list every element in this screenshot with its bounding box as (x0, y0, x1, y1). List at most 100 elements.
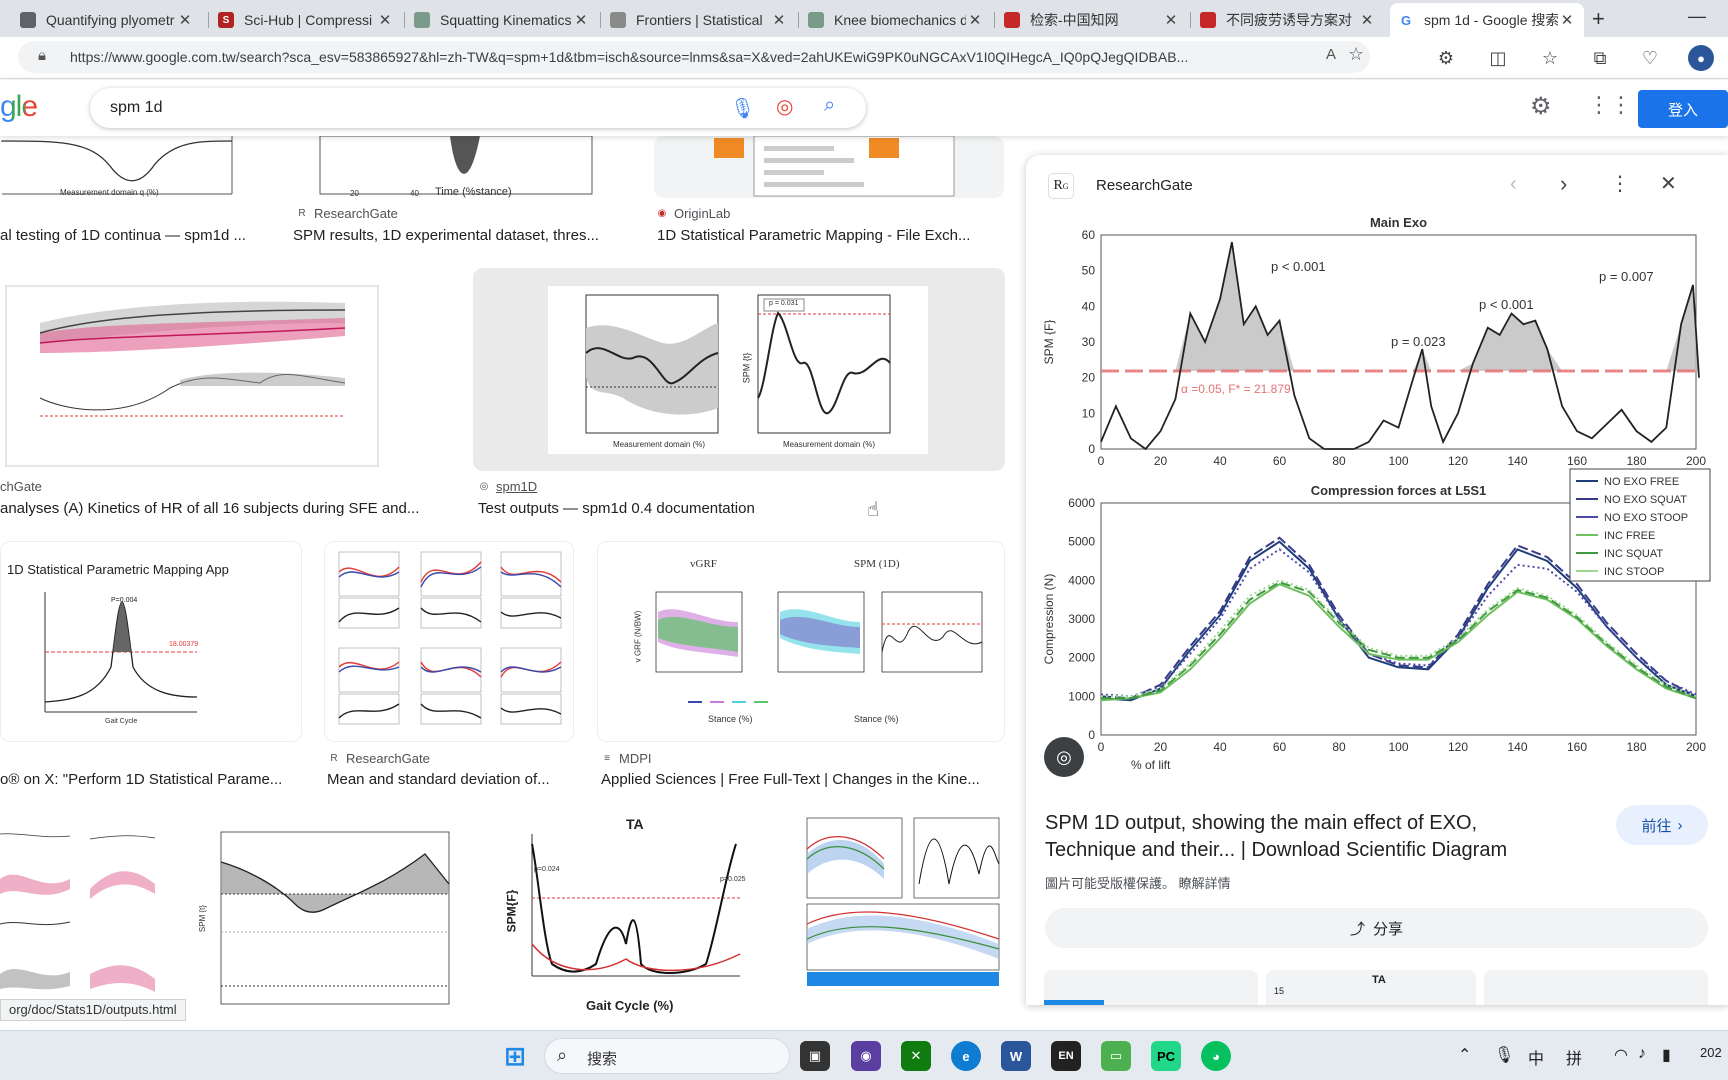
result-image-5[interactable]: p = 0.031 Measurement domain (%) Measure… (473, 268, 1005, 471)
signin-button[interactable]: 登入 (1638, 90, 1728, 128)
panel-source-name[interactable]: ResearchGate (1096, 177, 1193, 194)
lens-search-button[interactable]: ◎ (1044, 737, 1084, 777)
result-image-7[interactable] (324, 541, 574, 742)
close-panel-icon[interactable]: ✕ (1660, 171, 1677, 196)
app-icon[interactable]: ◉ (851, 1041, 881, 1071)
search-icon[interactable]: ⌕ (824, 94, 835, 117)
result-image-1[interactable]: Measurement domain q (%) (0, 136, 266, 198)
minimize-icon[interactable]: — (1688, 6, 1706, 27)
read-aloud-icon[interactable]: A (1326, 46, 1336, 63)
cnki-icon (1004, 12, 1020, 28)
result-image-8[interactable]: vGRF SPM (1D) Stance (%) Stance (%) v GR… (597, 541, 1005, 742)
close-icon[interactable]: ✕ (1558, 11, 1576, 29)
tab-frontiers[interactable]: Frontiers | Statistical ✕ (602, 3, 796, 37)
next-chevron-icon[interactable]: › (1560, 171, 1567, 197)
edge-icon[interactable]: e (951, 1041, 981, 1071)
close-icon[interactable]: ✕ (966, 11, 984, 29)
lens-icon[interactable]: ◎ (776, 94, 793, 119)
taskbar-search[interactable]: ⌕ 搜索 (544, 1038, 790, 1074)
result-caption-7[interactable]: Mean and standard deviation of... (327, 771, 577, 788)
result-caption-4[interactable]: analyses (A) Kinetics of HR of all 16 su… (0, 500, 450, 517)
split-screen-icon[interactable]: ◫ (1485, 45, 1511, 71)
related-image-2[interactable]: TA 15 (1266, 970, 1476, 1005)
wifi-icon[interactable]: ◠ (1614, 1045, 1628, 1065)
share-button[interactable]: ⤴ 分享 (1045, 908, 1708, 948)
result-caption-2[interactable]: SPM results, 1D experimental dataset, th… (293, 227, 633, 244)
y-tick-label: 0 (1088, 728, 1095, 742)
search-box[interactable]: 🎙︎ ◎ ⌕ (90, 88, 866, 128)
result-image-12[interactable] (789, 814, 1005, 1014)
result-source-5[interactable]: ◎ spm1D (478, 479, 538, 494)
result-image-10[interactable]: SPM {t} (185, 814, 473, 1014)
browser-essentials-icon[interactable]: ♡ (1637, 45, 1663, 71)
more-options-icon[interactable]: ⋮ (1610, 171, 1630, 196)
settings-gear-icon[interactable]: ⚙︎ (1530, 92, 1552, 121)
url-text[interactable]: https://www.google.com.tw/search?sca_esv… (70, 49, 1320, 65)
result-source-3[interactable]: ◉ OriginLab (656, 206, 731, 221)
result-caption-3[interactable]: 1D Statistical Parametric Mapping - File… (657, 227, 1007, 244)
profile-avatar[interactable]: ● (1688, 45, 1714, 71)
word-icon[interactable]: W (1001, 1041, 1031, 1071)
tab-quantifying[interactable]: Quantifying plyometr ✕ (12, 3, 202, 37)
close-icon[interactable]: ✕ (1162, 11, 1180, 29)
related-image-3[interactable] (1484, 970, 1708, 1005)
tab-google-spm1d[interactable]: G spm 1d - Google 搜索 ✕ (1390, 3, 1584, 37)
related-image-1[interactable] (1044, 970, 1258, 1005)
result-image-11[interactable]: TA p=0.024 p=0.025 Gait Cycle (%) SPM{F} (496, 814, 766, 1014)
learn-more-link[interactable]: 瞭解詳情 (1179, 876, 1231, 891)
result-caption-1[interactable]: al testing of 1D continua — spm1d ... (0, 227, 266, 244)
task-view-icon[interactable]: ▣ (800, 1041, 830, 1071)
pycharm-icon[interactable]: PC (1151, 1041, 1181, 1071)
battery-icon[interactable]: ▮ (1662, 1045, 1671, 1065)
tab-cnki[interactable]: 检索-中国知网 ✕ (996, 3, 1188, 37)
microphone-icon[interactable]: 🎙︎ (1494, 1045, 1514, 1065)
panel-image-title[interactable]: SPM 1D output, showing the main effect o… (1045, 810, 1545, 864)
microphone-icon[interactable]: 🎙︎ (730, 96, 755, 121)
result-source-2[interactable]: R ResearchGate (296, 206, 397, 221)
chevron-up-icon[interactable]: ⌃ (1458, 1045, 1471, 1065)
close-icon[interactable]: ✕ (176, 11, 194, 29)
result-source-8[interactable]: ≡ MDPI (601, 751, 651, 766)
extensions-icon[interactable]: ⚙︎ (1433, 45, 1459, 71)
screen-icon[interactable]: ▭ (1101, 1041, 1131, 1071)
tab-squatting[interactable]: Squatting Kinematics ✕ (406, 3, 598, 37)
favorites-icon[interactable]: ☆ (1537, 45, 1563, 71)
tab-fatigue[interactable]: 不同疲劳诱导方案对 ✕ (1192, 3, 1384, 37)
collections-icon[interactable]: ⧉ (1587, 45, 1613, 71)
windows-start-icon[interactable]: ⊞ (500, 1041, 530, 1071)
result-source-7[interactable]: R ResearchGate (328, 751, 429, 766)
favorite-star-icon[interactable]: ☆ (1348, 44, 1364, 65)
new-tab-icon[interactable]: + (1592, 6, 1605, 32)
result-image-6[interactable]: 1D Statistical Parametric Mapping App P=… (0, 541, 302, 742)
tab-scihub[interactable]: S Sci-Hub | Compressi ✕ (210, 3, 402, 37)
main-image-chart[interactable]: Main Exo0 20 40 60 80 100 120 140 160 180 20001020… (1026, 211, 1728, 791)
windows-taskbar: ⊞ ⌕ 搜索 ▣ ◉ ✕ e W EN ▭ PC ◕ ⌃ 🎙︎ 中 拼 ◠ ♪ … (0, 1030, 1728, 1080)
xbox-icon[interactable]: ✕ (901, 1041, 931, 1071)
visit-button[interactable]: 前往 › (1616, 805, 1708, 845)
tab-knee[interactable]: Knee biomechanics d ✕ (800, 3, 992, 37)
result-caption-6[interactable]: o® on X: "Perform 1D Statistical Parame.… (0, 771, 300, 788)
result-image-9[interactable] (0, 814, 162, 1014)
wechat-icon[interactable]: ◕ (1201, 1041, 1231, 1071)
url-bar[interactable]: 🔒︎ https://www.google.com.tw/search?sca_… (18, 41, 1370, 73)
lock-icon[interactable]: 🔒︎ (38, 47, 46, 64)
result-caption-8[interactable]: Applied Sciences | Free Full-Text | Chan… (601, 771, 1001, 788)
result-image-3[interactable] (654, 136, 1004, 198)
volume-icon[interactable]: ♪ (1638, 1045, 1646, 1063)
legend-label: NO EXO STOOP (1604, 512, 1688, 524)
result-image-4[interactable] (0, 268, 451, 471)
google-logo[interactable]: gle (0, 90, 38, 124)
result-image-2[interactable]: 20 40 Time (%stance) (290, 136, 630, 198)
prev-chevron-icon[interactable]: ‹ (1510, 173, 1517, 196)
result-caption-5[interactable]: Test outputs — spm1d 0.4 documentation (478, 500, 998, 517)
close-icon[interactable]: ✕ (1358, 11, 1376, 29)
close-icon[interactable]: ✕ (572, 11, 590, 29)
ime-icon[interactable]: EN (1051, 1041, 1081, 1071)
ime-pinyin[interactable]: 拼 (1566, 1045, 1582, 1069)
clock-text[interactable]: 202 (1700, 1045, 1722, 1060)
close-icon[interactable]: ✕ (770, 11, 788, 29)
ime-chinese[interactable]: 中 (1528, 1045, 1544, 1069)
search-input[interactable] (110, 96, 710, 120)
result-source-4[interactable]: chGate (0, 479, 42, 494)
close-icon[interactable]: ✕ (376, 11, 394, 29)
